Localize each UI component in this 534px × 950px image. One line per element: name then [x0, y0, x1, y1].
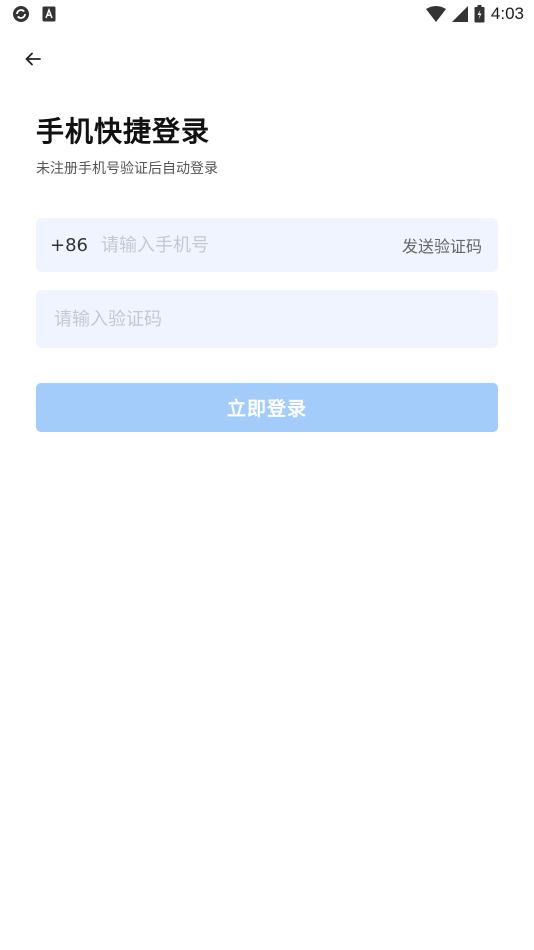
wifi-icon	[425, 6, 446, 22]
signal-icon	[451, 6, 468, 22]
battery-icon	[474, 5, 485, 23]
settings-sync-icon	[13, 6, 29, 22]
page-title: 手机快捷登录	[36, 115, 211, 148]
country-code[interactable]: +86	[50, 235, 88, 256]
phone-input[interactable]	[101, 234, 402, 256]
status-bar: 4:03	[0, 0, 534, 28]
login-screen: 4:03 手机快捷登录 未注册手机号验证后自动登录 +86 发送验证码 立即登录	[0, 0, 534, 950]
phone-field: +86 发送验证码	[36, 218, 498, 272]
status-right-icons: 4:03	[425, 4, 524, 24]
verification-code-input[interactable]	[54, 308, 480, 330]
arrow-left-icon	[25, 52, 41, 66]
status-left-icons	[12, 5, 56, 23]
send-code-button[interactable]: 发送验证码	[402, 233, 482, 257]
verification-code-field	[36, 290, 498, 348]
status-time: 4:03	[490, 4, 524, 23]
text-notification-icon	[42, 6, 56, 22]
page-subtitle: 未注册手机号验证后自动登录	[36, 161, 218, 177]
login-button[interactable]: 立即登录	[36, 383, 498, 432]
back-button[interactable]	[18, 44, 48, 74]
